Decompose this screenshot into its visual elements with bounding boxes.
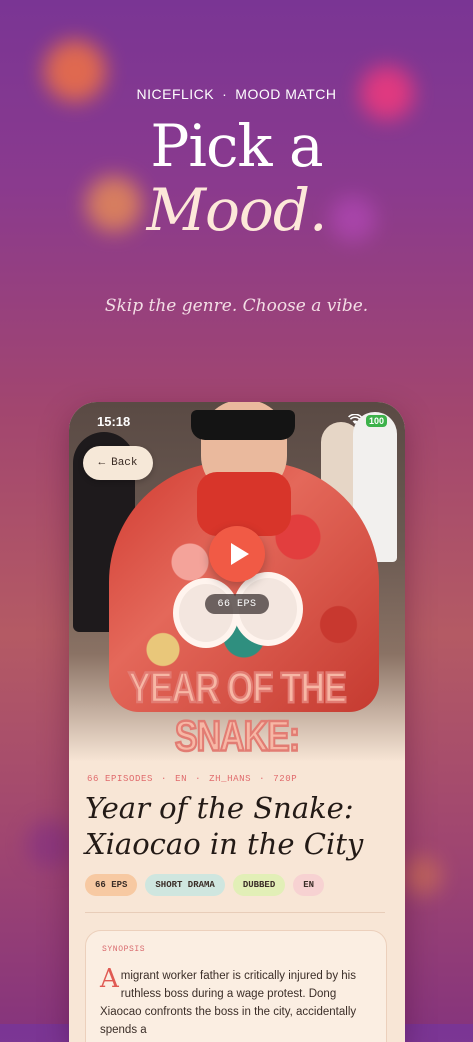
tag-genre[interactable]: SHORT DRAMA xyxy=(145,874,225,896)
meta-separator: · xyxy=(161,774,168,784)
play-icon xyxy=(230,543,249,565)
synopsis-card: SYNOPSIS A migrant worker father is crit… xyxy=(85,930,387,1042)
divider xyxy=(85,912,385,913)
brand-name: NICEFLICK xyxy=(136,86,215,102)
wifi-icon xyxy=(348,413,362,428)
tag-dubbed[interactable]: DUBBED xyxy=(232,874,286,896)
tag-list: 66 EPS SHORT DRAMA DUBBED EN xyxy=(85,874,325,896)
show-meta: 66 EPISODES · EN · ZH_HANS · 720P xyxy=(87,774,299,784)
play-button[interactable] xyxy=(209,526,265,582)
tagline: Skip the genre. Choose a vibe. xyxy=(104,296,369,316)
meta-separator: · xyxy=(259,774,266,784)
bokeh-light xyxy=(26,820,74,868)
phone-preview: YEAR OF THE SNAKE: 15:18 100 ← Back 66 E… xyxy=(69,402,405,1042)
back-button-label: Back xyxy=(111,457,138,469)
tag-language[interactable]: EN xyxy=(293,874,325,896)
bokeh-light xyxy=(402,856,442,896)
status-icons: 100 xyxy=(348,413,387,428)
synopsis-drop-cap: A xyxy=(100,964,119,994)
meta-language: EN xyxy=(175,774,188,784)
synopsis-label: SYNOPSIS xyxy=(102,945,146,954)
back-button[interactable]: ← Back xyxy=(83,446,153,480)
meta-separator: · xyxy=(195,774,202,784)
episodes-pill: 66 EPS xyxy=(205,594,269,614)
meta-episodes: 66 EPISODES xyxy=(87,774,154,784)
brand-line: NICEFLICK · MOOD MATCH xyxy=(0,86,473,102)
show-title: Year of the Snake: Xiaocao in the City xyxy=(85,791,364,861)
status-time: 15:18 xyxy=(97,414,131,429)
page-title-line1: Pick a xyxy=(150,112,323,180)
section-name: MOOD MATCH xyxy=(235,86,337,102)
meta-resolution: 720P xyxy=(273,774,298,784)
back-arrow-icon: ← xyxy=(98,457,106,469)
brand-separator: · xyxy=(222,86,228,102)
battery-indicator: 100 xyxy=(365,415,387,427)
sunglasses xyxy=(191,410,295,440)
page-title-line2: Mood. xyxy=(146,176,328,244)
poster-title: YEAR OF THE SNAKE: xyxy=(127,663,348,762)
synopsis-body: migrant worker father is critically inju… xyxy=(100,970,357,1036)
synopsis-text: A migrant worker father is critically in… xyxy=(100,964,374,1039)
tag-episodes[interactable]: 66 EPS xyxy=(85,874,138,896)
meta-subtitles: ZH_HANS xyxy=(209,774,252,784)
